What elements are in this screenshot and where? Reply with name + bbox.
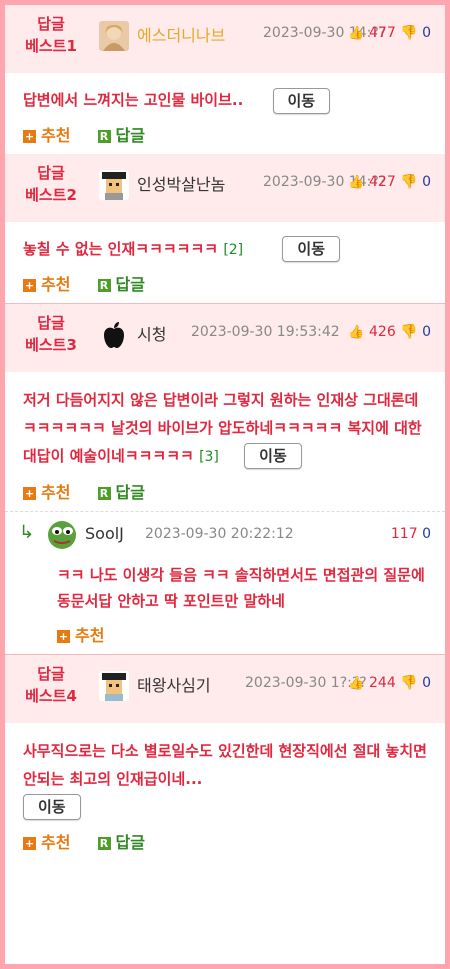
recommend-button[interactable]: + 추천 [57,622,104,646]
best-label: 답글 베스트2 [25,163,77,204]
comment-body: 저거 다듬어지지 않은 답변이라 그렇지 원하는 인재상 그대론데ㅋㅋㅋㅋㅋㅋ … [5,372,445,471]
reply-r-icon: R [97,836,111,850]
comment-body: 놓칠 수 없는 인재ㅋㅋㅋㅋㅋㅋ [2] 이동 [5,222,445,263]
move-button[interactable]: 이동 [244,443,302,469]
downvote-count: 0 [422,525,431,542]
comment-list: 답글 베스트1 에스더니나브 2023-09-30 14:?? 👍 477 👎 … [5,5,445,964]
comment-actions: + 추천 [5,614,445,654]
plus-icon: + [23,278,36,292]
downvote-count: 0 [422,25,431,41]
reply-count[interactable]: [3] [199,449,219,465]
upvote-count: 244 [369,674,396,691]
nickname[interactable]: SoolJ [85,524,124,543]
comment-body: 답변에서 느껴지는 고인물 바이브.. 이동 [5,73,445,114]
recommend-button[interactable]: + 추천 [23,271,70,295]
thumbs-down-icon[interactable]: 👎 [400,324,417,340]
avatar[interactable] [99,320,129,350]
comment-actions: + 추천 R 답글 [5,114,445,154]
timestamp: 2023-09-30 19:53:42 [191,323,340,340]
comment-body: ㅋㅋ 나도 이생각 들음 ㅋㅋ 솔직하면서도 면접관의 질문에 동문서답 안하고… [57,565,425,610]
move-button[interactable]: 이동 [282,236,340,262]
reply-button[interactable]: R 답글 [97,271,145,295]
vote-counts: 👍 427 👎 0 [348,174,431,190]
vote-counts: 👍 426 👎 0 [348,324,431,340]
thumbs-down-icon[interactable]: 👎 [400,675,417,691]
best-label: 답글 베스트1 [25,15,77,55]
thumbs-up-icon[interactable]: 👍 [348,676,364,691]
reply-count[interactable]: [2] [223,242,243,258]
avatar[interactable] [99,21,129,51]
recommend-button[interactable]: + 추천 [23,829,70,853]
nickname[interactable]: 인성박살난놈 [137,171,225,195]
upvote-count: 477 [369,25,396,41]
avatar[interactable] [47,520,77,550]
plus-icon: + [23,486,36,500]
move-button[interactable]: 이동 [23,794,81,820]
best-label: 답글 베스트4 [25,664,77,705]
upvote-count: 426 [369,323,396,340]
avatar[interactable] [99,670,129,701]
best-comment-header: 답글 베스트3 시청 2023-09-30 19:53:42 👍 426 👎 0 [5,303,445,372]
thumbs-up-icon[interactable]: 👍 [348,175,364,190]
thumbs-down-icon[interactable]: 👎 [400,25,417,41]
timestamp: 2023-09-30 20:22:12 [145,525,294,542]
recommend-button[interactable]: + 추천 [23,122,70,146]
upvote-count: 427 [369,173,396,190]
plus-icon: + [23,836,36,850]
downvote-count: 0 [422,323,431,340]
reply-r-icon: R [97,129,111,143]
downvote-count: 0 [422,173,431,190]
upvote-count: 117 [390,525,418,542]
best-comment-header: 답글 베스트1 에스더니나브 2023-09-30 14:?? 👍 477 👎 … [5,5,445,73]
nickname[interactable]: 에스더니나브 [137,22,225,46]
comment-actions: + 추천 R 답글 [5,263,445,303]
nickname[interactable]: 태왕사심기 [137,672,211,696]
comment-actions: + 추천 R 답글 [5,471,445,511]
thumbs-up-icon[interactable]: 👍 [348,26,364,41]
vote-counts: 👍 244 👎 0 [348,675,431,691]
nickname[interactable]: 시청 [137,321,166,345]
reply-button[interactable]: R 답글 [97,829,145,853]
plus-icon: + [23,129,36,143]
thumbs-down-icon[interactable]: 👎 [400,174,417,190]
comment-actions: + 추천 R 답글 [5,821,445,861]
plus-icon: + [57,629,70,643]
reply-button[interactable]: R 답글 [97,122,145,146]
vote-counts: 117 0 [391,526,431,542]
best-comment-header: 답글 베스트4 태왕사심기 2023-09-30 1?:?? 👍 244 👎 0 [5,654,445,723]
vote-counts: 👍 477 👎 0 [348,25,431,41]
move-button[interactable]: 이동 [272,87,331,114]
recommend-button[interactable]: + 추천 [23,479,70,503]
downvote-count: 0 [422,674,431,691]
reply-arrow-icon: ↳ [19,521,35,543]
sub-reply-header: ↳ SoolJ 2023-09-30 20:22:12 117 0 [5,510,445,558]
best-label: 답글 베스트3 [25,313,77,354]
reply-button[interactable]: R 답글 [97,479,145,503]
reply-r-icon: R [97,486,111,500]
best-comment-header: 답글 베스트2 인성박살난놈 2023-09-30 14:?? 👍 427 👎 … [5,153,445,222]
avatar[interactable] [99,169,129,200]
comment-body: 사무직으로는 다소 별로일수도 있긴한데 현장직에선 절대 놓치면 안되는 최고… [5,723,445,821]
reply-r-icon: R [97,278,111,292]
thumbs-up-icon[interactable]: 👍 [348,325,364,340]
